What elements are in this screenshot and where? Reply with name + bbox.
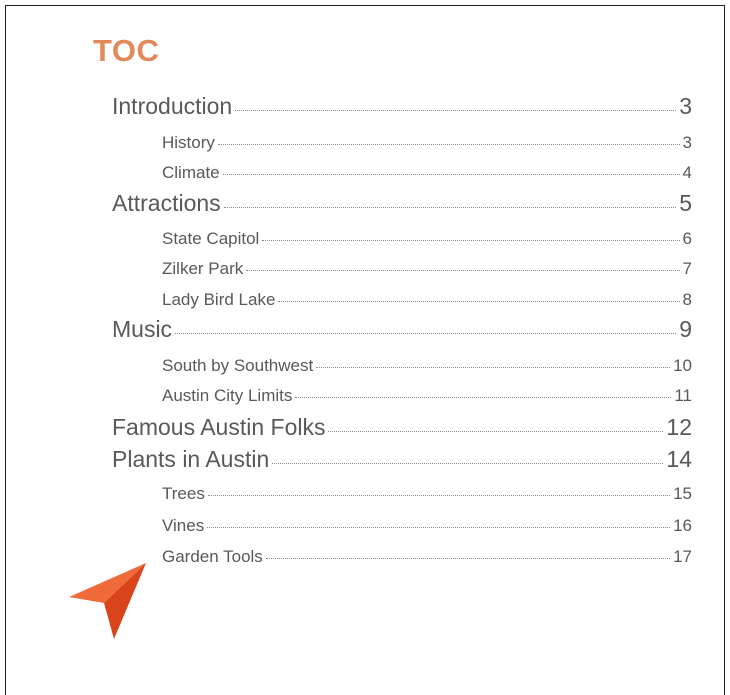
toc-entry-label: Zilker Park (162, 259, 244, 278)
dot-leader (207, 495, 671, 496)
toc-entry-label: Vines (162, 516, 205, 535)
dot-leader (246, 270, 680, 271)
toc-entry[interactable]: History 3 (162, 133, 692, 157)
toc-entry-page: 14 (666, 446, 692, 472)
dot-leader (175, 333, 677, 334)
dot-leader (222, 174, 680, 175)
toc-entry-label: Music (112, 316, 173, 342)
toc-entry-page: 8 (682, 290, 692, 309)
dot-leader (235, 110, 677, 111)
toc-entry[interactable]: Introduction 3 (112, 93, 692, 123)
dot-leader (328, 431, 664, 432)
toc-entry-page: 6 (682, 229, 692, 248)
dot-leader (217, 144, 680, 145)
toc-entry-page: 11 (674, 386, 692, 405)
toc-entry[interactable]: Austin City Limits 11 (162, 386, 692, 410)
toc-entry-page: 7 (682, 259, 692, 278)
toc-entry[interactable]: Lady Bird Lake 8 (162, 290, 692, 314)
dot-leader (278, 301, 680, 302)
toc-entry-label: History (162, 133, 215, 152)
toc-entry-label: State Capitol (162, 229, 260, 248)
toc-entry-page: 12 (666, 414, 692, 440)
toc-entry-label: Introduction (112, 93, 233, 119)
toc-entry[interactable]: Vines 16 (162, 516, 692, 540)
toc-entry-label: Attractions (112, 190, 221, 216)
toc-entry-label: Austin City Limits (162, 386, 293, 405)
navigation-arrow-icon (69, 563, 146, 639)
toc-entry-page: 17 (673, 547, 692, 566)
toc-entry-page: 3 (682, 133, 692, 152)
toc-entry-label: Garden Tools (162, 547, 263, 566)
toc-entry-page: 3 (679, 93, 692, 119)
toc-entry-page: 15 (673, 484, 692, 503)
toc-entry-page: 9 (679, 316, 692, 342)
toc-entry[interactable]: Famous Austin Folks 12 (112, 414, 692, 444)
toc-entry[interactable]: State Capitol 6 (162, 229, 692, 253)
toc-entry[interactable]: Trees 15 (162, 484, 692, 508)
dot-leader (262, 240, 680, 241)
dot-leader (316, 367, 671, 368)
dot-leader (223, 207, 677, 208)
dot-leader (272, 463, 664, 464)
toc-entry[interactable]: South by Southwest 10 (162, 356, 692, 380)
toc-entry-page: 16 (673, 516, 692, 535)
toc-entry[interactable]: Music 9 (112, 316, 692, 346)
toc-entry[interactable]: Garden Tools 17 (162, 547, 692, 571)
toc-entry[interactable]: Zilker Park 7 (162, 259, 692, 283)
toc-entry-page: 5 (679, 190, 692, 216)
dot-leader (265, 558, 671, 559)
toc-entry-page: 10 (673, 356, 692, 375)
toc-entry[interactable]: Climate 4 (162, 163, 692, 187)
dot-leader (207, 527, 671, 528)
toc-entry-label: Plants in Austin (112, 446, 270, 472)
toc-entry-label: Famous Austin Folks (112, 414, 326, 440)
toc-entry[interactable]: Attractions 5 (112, 190, 692, 220)
toc-entry[interactable]: Plants in Austin 14 (112, 446, 692, 476)
toc-entry-page: 4 (682, 163, 692, 182)
dot-leader (295, 397, 672, 398)
toc-entry-label: Climate (162, 163, 220, 182)
toc-entry-label: Lady Bird Lake (162, 290, 276, 309)
toc-entry-label: Trees (162, 484, 205, 503)
toc-entry-label: South by Southwest (162, 356, 314, 375)
